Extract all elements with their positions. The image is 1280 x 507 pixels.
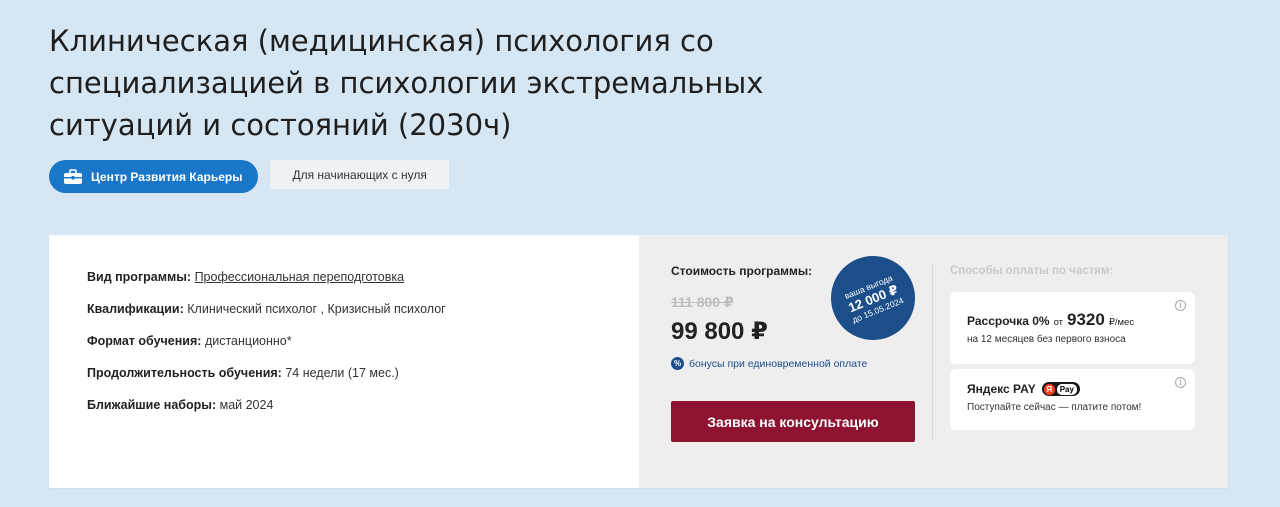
format-label: Формат обучения: bbox=[87, 334, 202, 348]
program-card: Вид программы: Профессиональная переподг… bbox=[49, 235, 1228, 488]
yandex-pay-logo-text: Pay bbox=[1056, 383, 1077, 395]
bonus-text: бонусы при единовременной оплате bbox=[689, 357, 868, 370]
installment-amount: 9320 bbox=[1067, 310, 1105, 329]
yandex-ring-icon: Я bbox=[1043, 383, 1055, 395]
price-label: Стоимость программы: bbox=[671, 264, 813, 278]
program-type-link[interactable]: Профессиональная переподготовка bbox=[195, 270, 405, 284]
program-info: Вид программы: Профессиональная переподг… bbox=[49, 235, 639, 488]
yandex-pay-line: Яндекс PAY Я Pay bbox=[967, 382, 1080, 396]
enrollment-label: Ближайшие наборы: bbox=[87, 398, 217, 412]
divider bbox=[932, 264, 933, 441]
installment-line: Рассрочка 0% от 9320 ₽/мес bbox=[967, 310, 1134, 330]
career-center-tag[interactable]: Центр Развития Карьеры bbox=[49, 160, 259, 193]
briefcase-icon bbox=[64, 168, 82, 184]
pricing-panel: Стоимость программы: 111 800 ₽ 99 800 ₽ … bbox=[639, 235, 1228, 488]
qualification-row: Квалификации: Клинический психолог , Кри… bbox=[87, 301, 639, 317]
installment-card[interactable]: i Рассрочка 0% от 9320 ₽/мес на 12 месяц… bbox=[950, 292, 1195, 364]
duration-row: Продолжительность обучения: 74 недели (1… bbox=[87, 365, 639, 381]
qualification-value: Клинический психолог , Кризисный психоло… bbox=[187, 302, 446, 316]
format-row: Формат обучения: дистанционно* bbox=[87, 333, 639, 349]
enrollment-value: май 2024 bbox=[219, 398, 274, 412]
career-center-label: Центр Развития Карьеры bbox=[91, 169, 243, 184]
duration-label: Продолжительность обучения: bbox=[87, 366, 282, 380]
info-icon[interactable]: i bbox=[1175, 377, 1186, 388]
yandex-pay-logo-icon: Я Pay bbox=[1041, 382, 1080, 396]
beginner-tag: Для начинающих с нуля bbox=[270, 160, 449, 189]
enrollment-row: Ближайшие наборы: май 2024 bbox=[87, 397, 639, 413]
consultation-button[interactable]: Заявка на консультацию bbox=[671, 401, 915, 442]
installment-from: от bbox=[1053, 317, 1063, 328]
percent-icon: % bbox=[671, 357, 684, 370]
bonus-info[interactable]: % бонусы при единовременной оплате bbox=[671, 357, 867, 370]
yandex-pay-label: Яндекс PAY bbox=[967, 382, 1036, 396]
qualification-label: Квалификации: bbox=[87, 302, 184, 316]
installment-sub: на 12 месяцев без первого взноса bbox=[967, 334, 1126, 345]
page-title: Клиническая (медицинская) психология со … bbox=[49, 24, 764, 142]
program-type-label: Вид программы: bbox=[87, 270, 192, 284]
yandex-pay-card[interactable]: i Яндекс PAY Я Pay Поступайте сейчас — п… bbox=[950, 369, 1195, 430]
old-price: 111 800 ₽ bbox=[671, 294, 734, 310]
installment-label: Рассрочка 0% bbox=[967, 314, 1050, 328]
duration-value: 74 недели (17 мес.) bbox=[285, 366, 399, 380]
yandex-pay-sub: Поступайте сейчас — платите потом! bbox=[967, 402, 1142, 413]
format-value: дистанционно* bbox=[204, 334, 292, 348]
discount-badge: ваша выгода 12 000 ₽ до 15.05.2024 bbox=[818, 243, 928, 353]
installment-unit: ₽/мес bbox=[1108, 317, 1135, 328]
tags-row: Центр Развития Карьеры Для начинающих с … bbox=[49, 160, 449, 193]
info-icon[interactable]: i bbox=[1175, 300, 1186, 311]
payment-methods-title: Способы оплаты по частям: bbox=[950, 265, 1114, 277]
program-type-row: Вид программы: Профессиональная переподг… bbox=[87, 269, 639, 285]
current-price: 99 800 ₽ bbox=[671, 318, 768, 345]
